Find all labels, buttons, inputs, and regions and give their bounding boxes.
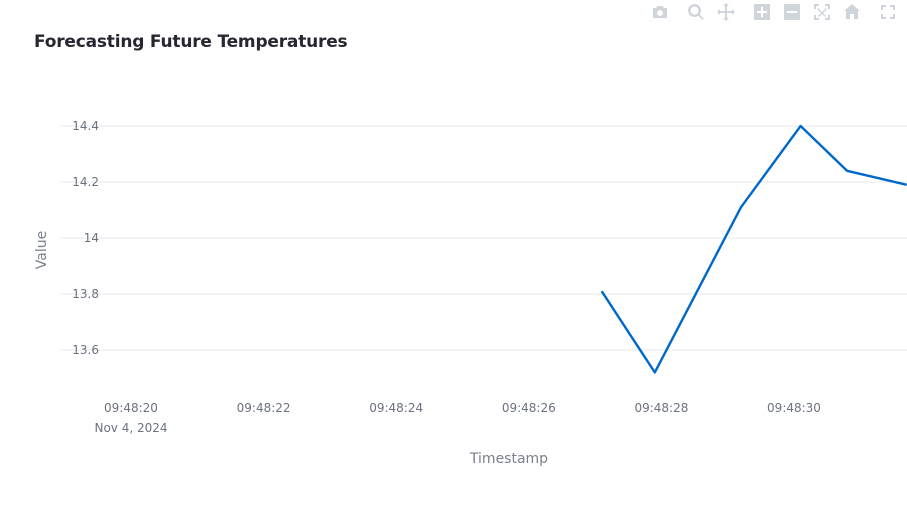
x-tick-label: 09:48:22: [237, 401, 291, 415]
gridlines: [60, 125, 907, 351]
series-line[interactable]: [600, 124, 907, 374]
x-tick-label: 09:48:30: [767, 401, 821, 415]
y-tick-label: 13.6: [72, 343, 99, 357]
y-tick-label: 14.4: [72, 119, 99, 133]
plot-area: 13.613.81414.214.4 09:48:20 09:48:22 09:48…: [34, 119, 907, 467]
x-tick-label: 09:48:20: [104, 401, 158, 415]
y-tick-label: 14.2: [72, 175, 99, 189]
series-lines: [600, 124, 907, 374]
y-tick-label: 13.8: [72, 287, 99, 301]
x-axis-ticks: 09:48:20 09:48:22 09:48:24 09:48:26 09:48:28…: [94, 401, 820, 435]
x-tick-label: 09:48:26: [502, 401, 556, 415]
y-tick-label: 14: [84, 231, 99, 245]
x-tick-date-label: Nov 4, 2024: [94, 421, 167, 435]
y-axis-title: Value: [34, 231, 50, 269]
x-tick-label: 09:48:24: [369, 401, 423, 415]
x-tick-label: 09:48:28: [634, 401, 688, 415]
x-axis-title: Timestamp: [469, 451, 548, 467]
